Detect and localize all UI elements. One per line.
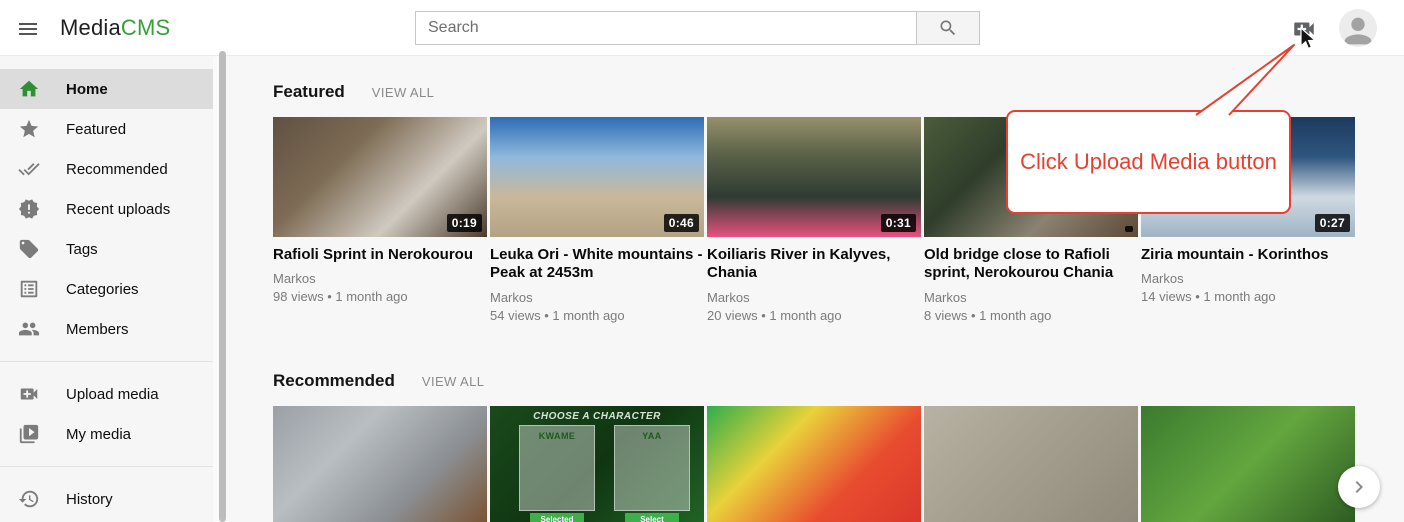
members-icon xyxy=(18,318,40,340)
sidebar-item-members[interactable]: Members xyxy=(0,309,213,349)
search-icon xyxy=(938,18,958,38)
media-title[interactable]: Rafioli Sprint in Nerokourou xyxy=(273,246,487,264)
media-title[interactable]: Leuka Ori - White mountains - Peak at 24… xyxy=(490,246,704,283)
recommended-section: Recommended VIEW ALL CHOOSE A CHARACTER … xyxy=(227,371,1404,522)
sidebar-item-categories[interactable]: Categories xyxy=(0,269,213,309)
media-author[interactable]: Markos xyxy=(924,290,1138,305)
game-overlay-title: CHOOSE A CHARACTER xyxy=(490,411,704,422)
game-right-button: Select xyxy=(625,513,679,522)
chevron-right-icon xyxy=(1347,475,1371,499)
media-thumbnail-green-leaves-closeup[interactable] xyxy=(1141,406,1355,522)
media-thumbnail-stone-arch-waterfall[interactable]: 0:19 xyxy=(273,117,487,237)
annotation-callout-text: Click Upload Media button xyxy=(1020,149,1277,175)
media-author[interactable]: Markos xyxy=(490,290,704,305)
media-card: CHOOSE A CHARACTER KWAME YAA Selected Se… xyxy=(490,406,704,522)
recommended-cards-row: CHOOSE A CHARACTER KWAME YAA Selected Se… xyxy=(273,406,1404,522)
media-thumbnail-desert-mountains-blue-sky[interactable]: 0:46 xyxy=(490,117,704,237)
duration-badge: 0:19 xyxy=(447,214,482,232)
categories-icon xyxy=(18,278,40,300)
sidebar-item-recommended[interactable]: Recommended xyxy=(0,149,213,189)
media-meta: 14 views • 1 month ago xyxy=(1141,289,1355,304)
image-type-badge xyxy=(1125,226,1133,232)
media-title[interactable]: Ziria mountain - Korinthos xyxy=(1141,246,1355,264)
media-card xyxy=(707,406,921,522)
media-thumbnail-game-character-select-screen[interactable]: CHOOSE A CHARACTER KWAME YAA Selected Se… xyxy=(490,406,704,522)
mouse-cursor xyxy=(1298,27,1320,53)
media-meta: 20 views • 1 month ago xyxy=(707,308,921,323)
media-card xyxy=(924,406,1138,522)
sidebar-nav: Home Featured Recommended Recent uploads… xyxy=(0,57,213,522)
logo-cms-text: CMS xyxy=(121,15,171,40)
upload-media-icon xyxy=(18,383,40,405)
sidebar-item-my-media[interactable]: My media xyxy=(0,414,213,454)
sidebar-item-recent-uploads[interactable]: Recent uploads xyxy=(0,189,213,229)
done-all-icon xyxy=(18,158,40,180)
media-meta: 8 views • 1 month ago xyxy=(924,308,1138,323)
media-card: 0:46 Leuka Ori - White mountains - Peak … xyxy=(490,117,704,323)
media-thumbnail-colorful-abstract-blur[interactable] xyxy=(707,406,921,522)
sidebar-divider xyxy=(0,361,213,362)
game-right-panel: YAA xyxy=(614,425,690,511)
media-thumbnail-pumpkin-craft-stone-wall[interactable] xyxy=(273,406,487,522)
sidebar-item-history[interactable]: History xyxy=(0,479,213,519)
section-title-featured: Featured xyxy=(273,82,345,102)
media-card xyxy=(273,406,487,522)
media-card xyxy=(1141,406,1355,522)
game-right-name: YAA xyxy=(642,431,661,441)
sidebar-item-upload-media[interactable]: Upload media xyxy=(0,374,213,414)
tag-icon xyxy=(18,238,40,260)
media-meta: 54 views • 1 month ago xyxy=(490,308,704,323)
media-thumbnail-mountain-scree-slope[interactable] xyxy=(924,406,1138,522)
media-meta: 98 views • 1 month ago xyxy=(273,289,487,304)
media-title[interactable]: Koiliaris River in Kalyves, Chania xyxy=(707,246,921,283)
hamburger-menu-button[interactable] xyxy=(14,15,42,43)
callout-arrow xyxy=(1190,42,1302,116)
home-icon xyxy=(18,78,40,100)
annotation-callout: Click Upload Media button xyxy=(1006,110,1291,214)
sidebar-divider xyxy=(0,466,213,467)
media-thumbnail-pink-kayak-river-reeds[interactable]: 0:31 xyxy=(707,117,921,237)
media-author[interactable]: Markos xyxy=(1141,271,1355,286)
carousel-next-button[interactable] xyxy=(1338,466,1380,508)
media-title[interactable]: Old bridge close to Rafioli sprint, Nero… xyxy=(924,246,1138,283)
view-all-recommended-link[interactable]: VIEW ALL xyxy=(422,374,484,389)
sidebar-scrollbar-thumb[interactable] xyxy=(219,51,226,522)
logo[interactable]: MediaCMS xyxy=(60,0,170,56)
search-button[interactable] xyxy=(916,11,980,45)
media-card: 0:19 Rafioli Sprint in Nerokourou Markos… xyxy=(273,117,487,323)
sidebar-item-featured[interactable]: Featured xyxy=(0,109,213,149)
view-all-featured-link[interactable]: VIEW ALL xyxy=(372,85,434,100)
logo-media-text: Media xyxy=(60,15,121,40)
media-author[interactable]: Markos xyxy=(707,290,921,305)
new-releases-icon xyxy=(18,198,40,220)
section-title-recommended: Recommended xyxy=(273,371,395,391)
my-media-icon xyxy=(18,423,40,445)
game-left-panel: KWAME xyxy=(519,425,595,511)
media-author[interactable]: Markos xyxy=(273,271,487,286)
sidebar-item-home[interactable]: Home xyxy=(0,69,213,109)
game-left-button: Selected xyxy=(530,513,584,522)
search-form xyxy=(415,11,980,45)
hamburger-menu-icon xyxy=(16,17,40,41)
duration-badge: 0:31 xyxy=(881,214,916,232)
sidebar-item-tags[interactable]: Tags xyxy=(0,229,213,269)
media-card: 0:31 Koiliaris River in Kalyves, Chania … xyxy=(707,117,921,323)
duration-badge: 0:27 xyxy=(1315,214,1350,232)
user-avatar[interactable] xyxy=(1339,9,1377,47)
search-input[interactable] xyxy=(415,11,916,45)
game-left-name: KWAME xyxy=(539,431,576,441)
user-avatar-icon xyxy=(1339,11,1377,47)
history-icon xyxy=(18,488,40,510)
star-icon xyxy=(18,118,40,140)
duration-badge: 0:46 xyxy=(664,214,699,232)
